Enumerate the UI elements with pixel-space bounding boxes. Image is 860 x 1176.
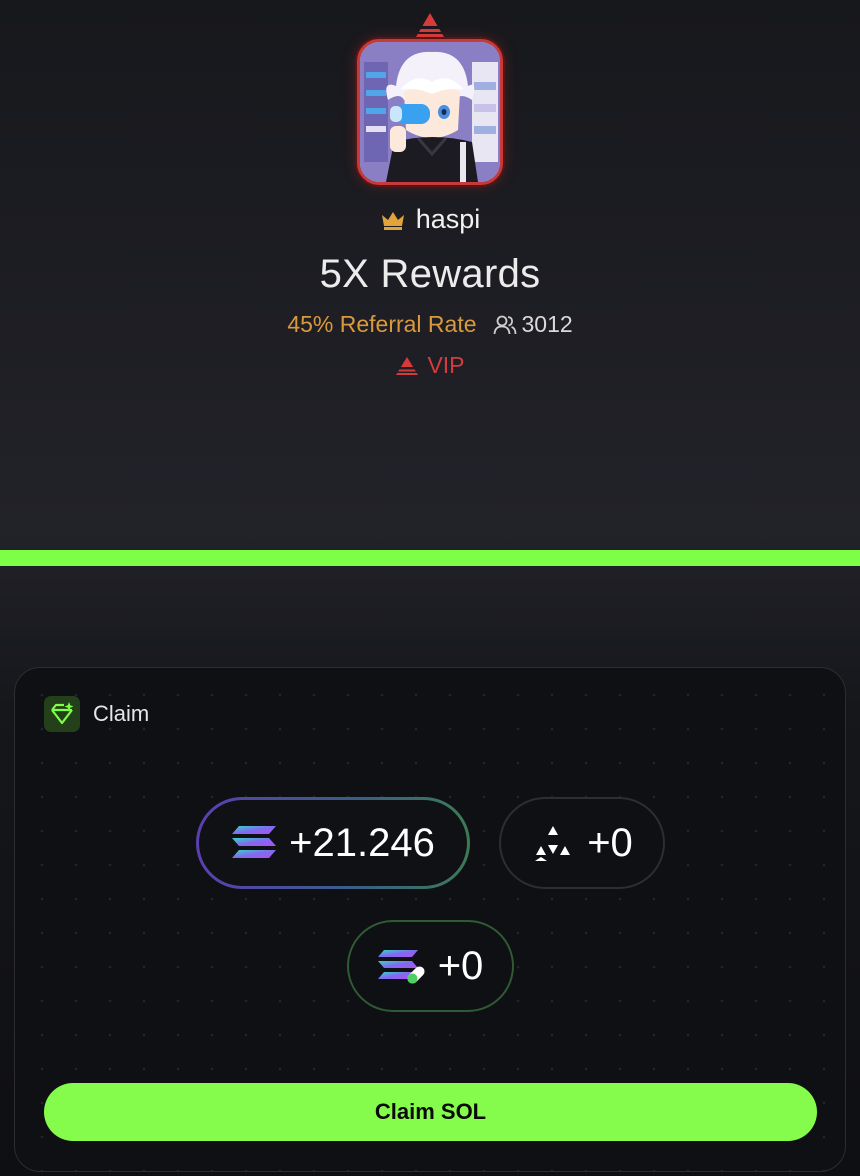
vip-tier-icon	[416, 13, 444, 37]
diamond-sparkle-icon	[44, 696, 80, 732]
avatar[interactable]	[357, 39, 503, 185]
token-reward-pill: +0	[499, 797, 665, 889]
staked-sol-icon	[377, 950, 425, 984]
username-row: haspi	[0, 204, 860, 235]
rewards-multiplier: 5X Rewards	[319, 252, 541, 296]
sol-reward-pill: +21.246	[196, 797, 470, 889]
referral-info: 45% Referral Rate 3012	[0, 311, 860, 338]
triangle-token-icon	[535, 826, 571, 861]
referral-count-group: 3012	[493, 311, 573, 338]
vip-badge: VIP	[0, 352, 860, 379]
sol-reward-value: +21.246	[289, 820, 435, 865]
solana-icon	[232, 826, 277, 858]
token-reward-value: +0	[587, 820, 633, 865]
accent-divider	[0, 550, 860, 566]
claim-card-title: Claim	[93, 701, 150, 726]
referral-count: 3012	[521, 311, 573, 337]
vip-triangle-icon	[396, 356, 419, 375]
vip-label: VIP	[427, 352, 465, 378]
staked-sol-reward-value: +0	[437, 943, 484, 988]
avatar-image	[360, 42, 500, 182]
claim-card-header: Claim	[44, 696, 149, 732]
profile-section: haspi 5X Rewards 45% Referral Rate 3012 …	[0, 0, 860, 550]
referral-rate: 45% Referral Rate	[287, 311, 477, 337]
claim-sol-button[interactable]: Claim SOL	[44, 1083, 817, 1141]
username: haspi	[415, 204, 481, 234]
users-icon	[493, 315, 516, 334]
crown-icon	[381, 211, 404, 230]
staked-sol-reward-pill: +0	[347, 920, 514, 1012]
claim-card: Claim +21.246 +0 +0 Claim SOL	[14, 667, 846, 1172]
